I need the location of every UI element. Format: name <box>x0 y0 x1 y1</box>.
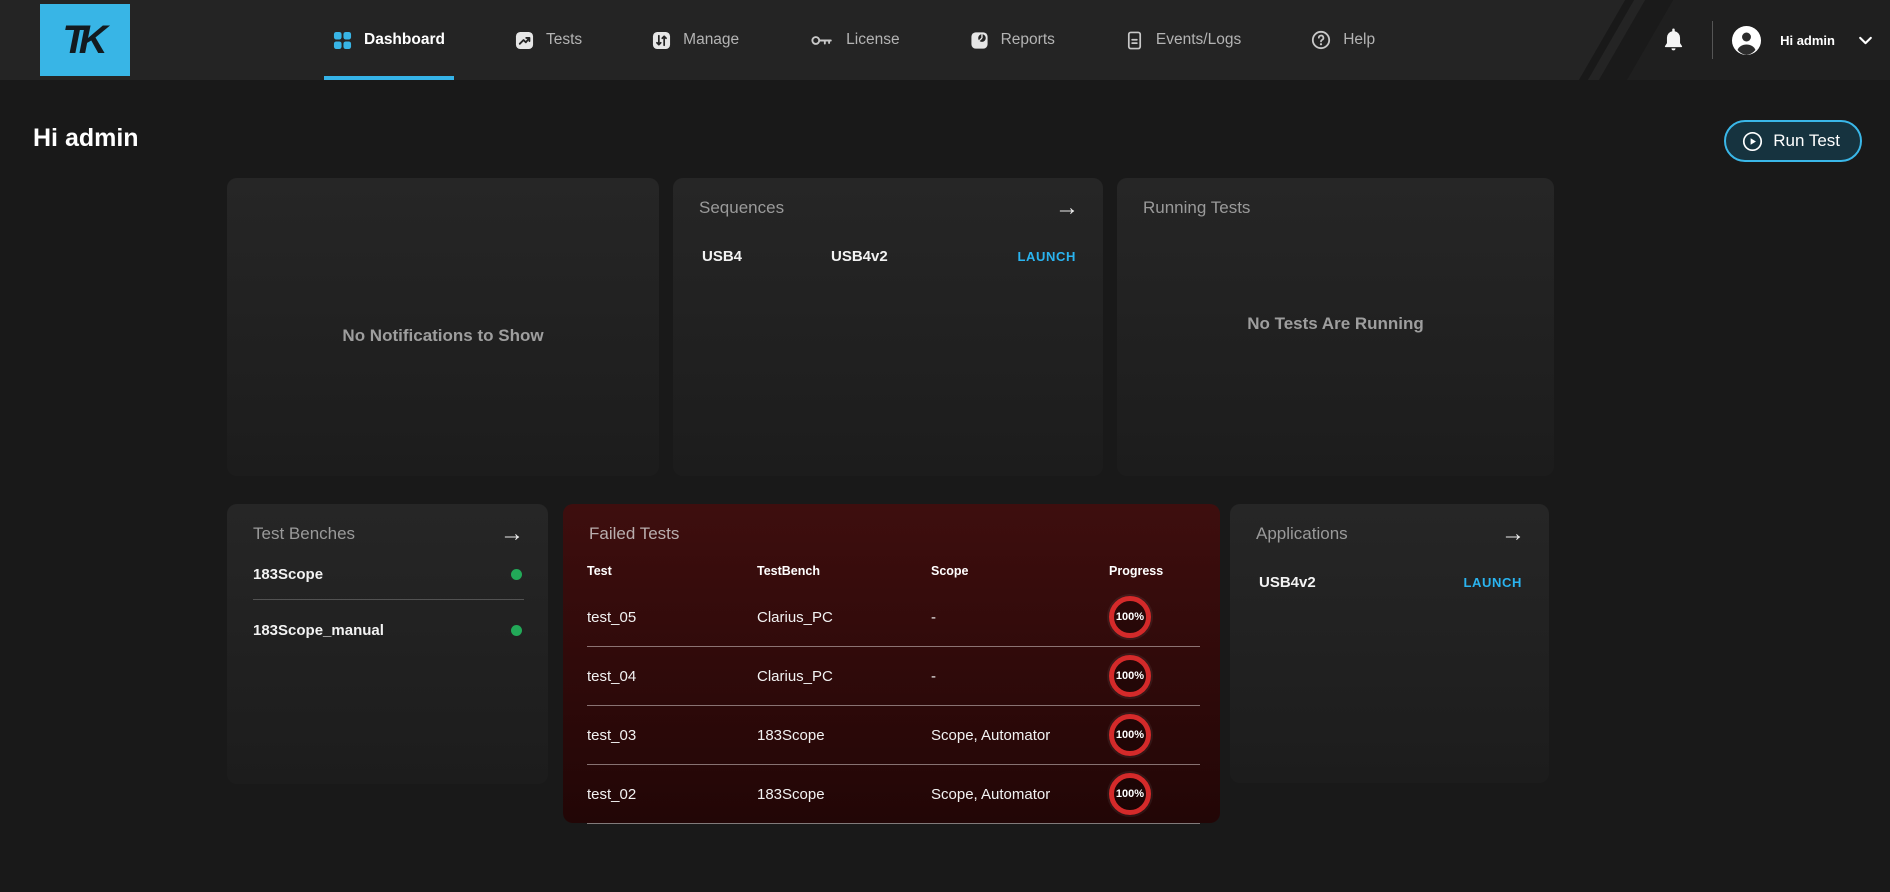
tab-reports[interactable]: Reports <box>970 0 1055 80</box>
tab-label: License <box>846 31 899 49</box>
sequence-name: USB4 <box>702 248 831 265</box>
test-bench-name: 183Scope_manual <box>253 622 384 639</box>
application-name: USB4v2 <box>1259 574 1464 591</box>
applications-card-title: Applications <box>1256 524 1348 544</box>
help-circle-icon <box>1311 30 1331 50</box>
failed-tests-table: Test TestBench Scope Progress test_05 Cl… <box>587 554 1200 824</box>
online-status-dot <box>511 569 522 580</box>
failed-test-row[interactable]: test_02 183Scope Scope, Automator 100% <box>587 765 1200 824</box>
events-logs-document-icon <box>1125 31 1144 50</box>
run-test-label: Run Test <box>1773 131 1840 151</box>
arrow-right-icon[interactable]: → <box>500 524 524 544</box>
tab-label: Reports <box>1001 31 1055 49</box>
column-header-scope: Scope <box>931 564 1109 578</box>
running-tests-card: Running Tests No Tests Are Running <box>1117 178 1554 476</box>
arrow-right-icon[interactable]: → <box>1055 198 1079 218</box>
tab-manage[interactable]: Manage <box>652 0 739 80</box>
test-bench-row[interactable]: 183Scope <box>253 544 524 600</box>
tab-label: Help <box>1343 31 1375 49</box>
tab-label: Dashboard <box>364 31 445 49</box>
progress-ring: 100% <box>1109 655 1151 697</box>
logo-monogram: TK <box>62 18 107 63</box>
sequence-application: USB4v2 <box>831 248 1018 265</box>
failed-test-scope: - <box>931 668 1109 685</box>
tab-label: Tests <box>546 31 582 49</box>
tab-dashboard[interactable]: Dashboard <box>333 0 445 80</box>
header-user-area: Hi admin <box>1661 0 1874 80</box>
test-bench-row[interactable]: 183Scope_manual <box>253 600 524 655</box>
chevron-down-icon[interactable] <box>1857 32 1874 49</box>
manage-sliders-icon <box>652 31 671 50</box>
test-benches-card: Test Benches → 183Scope 183Scope_manual <box>227 504 548 784</box>
online-status-dot <box>511 625 522 636</box>
failed-test-bench: 183Scope <box>757 727 931 744</box>
failed-tests-card: Failed Tests Test TestBench Scope Progre… <box>563 504 1220 823</box>
sequences-card: Sequences → USB4 USB4v2 LAUNCH <box>673 178 1103 476</box>
test-bench-name: 183Scope <box>253 566 323 583</box>
license-key-icon <box>809 31 834 50</box>
failed-tests-card-title: Failed Tests <box>589 524 679 544</box>
applications-card: Applications → USB4v2 LAUNCH <box>1230 504 1549 783</box>
tests-trend-icon <box>515 31 534 50</box>
column-header-test: Test <box>587 564 757 578</box>
sequences-card-title: Sequences <box>699 198 784 218</box>
running-tests-card-title: Running Tests <box>1143 198 1250 218</box>
failed-test-row[interactable]: test_04 Clarius_PC - 100% <box>587 647 1200 706</box>
failed-test-row[interactable]: test_05 Clarius_PC - 100% <box>587 588 1200 647</box>
page-title: Hi admin <box>33 124 139 153</box>
notifications-card: No Notifications to Show <box>227 178 659 476</box>
application-row: USB4v2 LAUNCH <box>1230 544 1549 591</box>
tab-help[interactable]: Help <box>1311 0 1375 80</box>
failed-test-bench: Clarius_PC <box>757 609 931 626</box>
progress-ring: 100% <box>1109 714 1151 756</box>
tab-label: Events/Logs <box>1156 31 1241 49</box>
failed-tests-header-row: Test TestBench Scope Progress <box>587 554 1200 588</box>
sequence-launch-button[interactable]: LAUNCH <box>1018 249 1076 264</box>
header-divider <box>1712 21 1713 59</box>
running-tests-empty-text: No Tests Are Running <box>1117 314 1554 334</box>
user-avatar[interactable] <box>1731 25 1762 56</box>
failed-test-name: test_05 <box>587 609 757 626</box>
failed-test-bench: 183Scope <box>757 786 931 803</box>
top-nav-bar: TK Dashboard Tests Manage License <box>0 0 1890 80</box>
column-header-progress: Progress <box>1109 564 1200 578</box>
failed-test-scope: Scope, Automator <box>931 727 1109 744</box>
application-launch-button[interactable]: LAUNCH <box>1464 575 1522 590</box>
failed-test-row[interactable]: test_03 183Scope Scope, Automator 100% <box>587 706 1200 765</box>
tab-license[interactable]: License <box>809 0 899 80</box>
tab-label: Manage <box>683 31 739 49</box>
test-benches-card-title: Test Benches <box>253 524 355 544</box>
failed-test-name: test_04 <box>587 668 757 685</box>
user-greeting: Hi admin <box>1780 33 1835 48</box>
tab-events-logs[interactable]: Events/Logs <box>1125 0 1241 80</box>
notifications-empty-text: No Notifications to Show <box>227 326 659 346</box>
run-test-button[interactable]: Run Test <box>1724 120 1862 162</box>
progress-ring: 100% <box>1109 596 1151 638</box>
column-header-testbench: TestBench <box>757 564 931 578</box>
failed-test-name: test_02 <box>587 786 757 803</box>
reports-chart-icon <box>970 31 989 50</box>
failed-test-bench: Clarius_PC <box>757 668 931 685</box>
dashboard-grid-icon <box>333 31 352 50</box>
sequence-row: USB4 USB4v2 LAUNCH <box>673 218 1103 265</box>
arrow-right-icon[interactable]: → <box>1501 524 1525 544</box>
main-nav: Dashboard Tests Manage License Reports <box>333 0 1375 80</box>
progress-ring: 100% <box>1109 773 1151 815</box>
failed-test-name: test_03 <box>587 727 757 744</box>
failed-test-scope: Scope, Automator <box>931 786 1109 803</box>
tektronix-logo[interactable]: TK <box>40 4 130 76</box>
play-circle-icon <box>1742 131 1763 152</box>
tab-tests[interactable]: Tests <box>515 0 582 80</box>
failed-test-scope: - <box>931 609 1109 626</box>
notifications-bell-icon[interactable] <box>1661 27 1686 54</box>
